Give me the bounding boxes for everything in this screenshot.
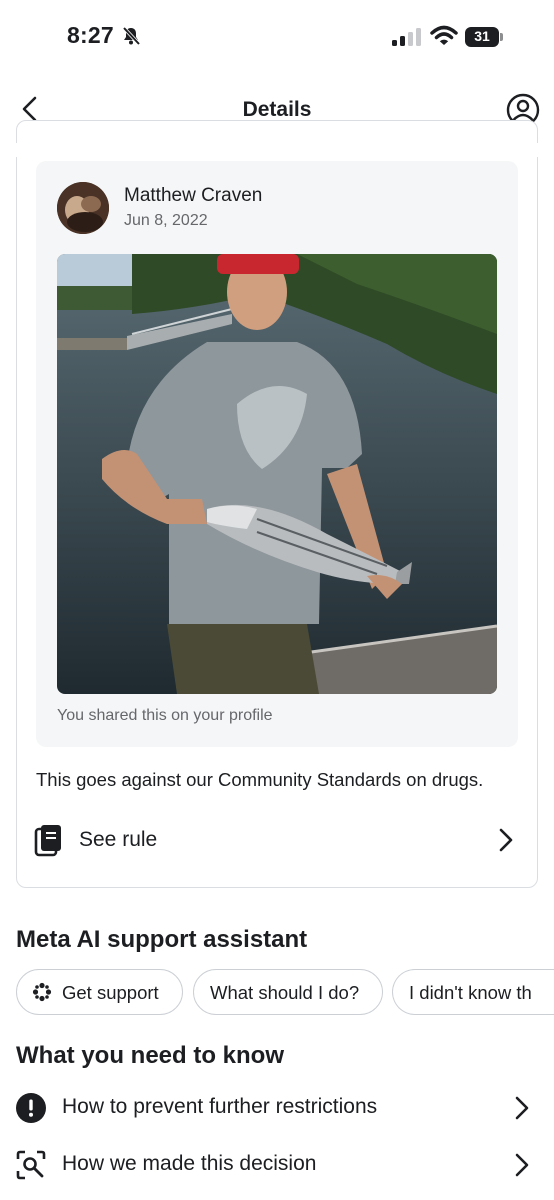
chip-label: I didn't know th	[409, 982, 532, 1003]
what-should-i-do-chip[interactable]: What should I do?	[193, 969, 383, 1015]
violation-text: This goes against our Community Standard…	[36, 769, 484, 790]
get-support-chip[interactable]: Get support	[16, 969, 183, 1015]
chevron-right-icon	[515, 1153, 529, 1177]
battery-level: 31	[474, 28, 490, 44]
didnt-know-chip[interactable]: I didn't know th	[392, 969, 554, 1015]
chip-label: What should I do?	[210, 982, 360, 1003]
wifi-icon	[430, 25, 458, 45]
avatar	[57, 182, 109, 234]
chip-label: Get support	[62, 982, 159, 1003]
battery-tip	[500, 33, 503, 41]
battery-icon: 31	[465, 27, 499, 47]
post-photo[interactable]	[57, 254, 497, 694]
see-rule-row[interactable]: See rule	[30, 815, 524, 867]
decision-process-item[interactable]: How we made this decision	[16, 1145, 538, 1185]
list-item-label: How we made this decision	[62, 1152, 317, 1175]
status-time: 8:27	[67, 22, 114, 48]
chevron-right-icon	[499, 828, 513, 852]
assistant-title: Meta AI support assistant	[16, 926, 308, 953]
alert-circle-icon	[16, 1093, 46, 1123]
signal-icon	[392, 28, 421, 46]
page-title: Details	[242, 98, 312, 121]
bell-slash-icon	[122, 26, 141, 46]
shared-note: You shared this on your profile	[57, 707, 273, 724]
list-item-label: How to prevent further restrictions	[62, 1095, 378, 1118]
status-bar: 8:27 31	[0, 0, 554, 74]
scan-search-icon	[16, 1150, 46, 1180]
header-cover	[0, 143, 554, 157]
sparkle-icon	[32, 982, 52, 1002]
author-name[interactable]: Matthew Craven	[124, 185, 262, 207]
see-rule-label: See rule	[79, 828, 158, 851]
prevent-restrictions-item[interactable]: How to prevent further restrictions	[16, 1088, 538, 1128]
chevron-right-icon	[515, 1096, 529, 1120]
know-title: What you need to know	[16, 1042, 284, 1069]
post-date: Jun 8, 2022	[124, 212, 208, 229]
book-icon	[34, 825, 61, 857]
